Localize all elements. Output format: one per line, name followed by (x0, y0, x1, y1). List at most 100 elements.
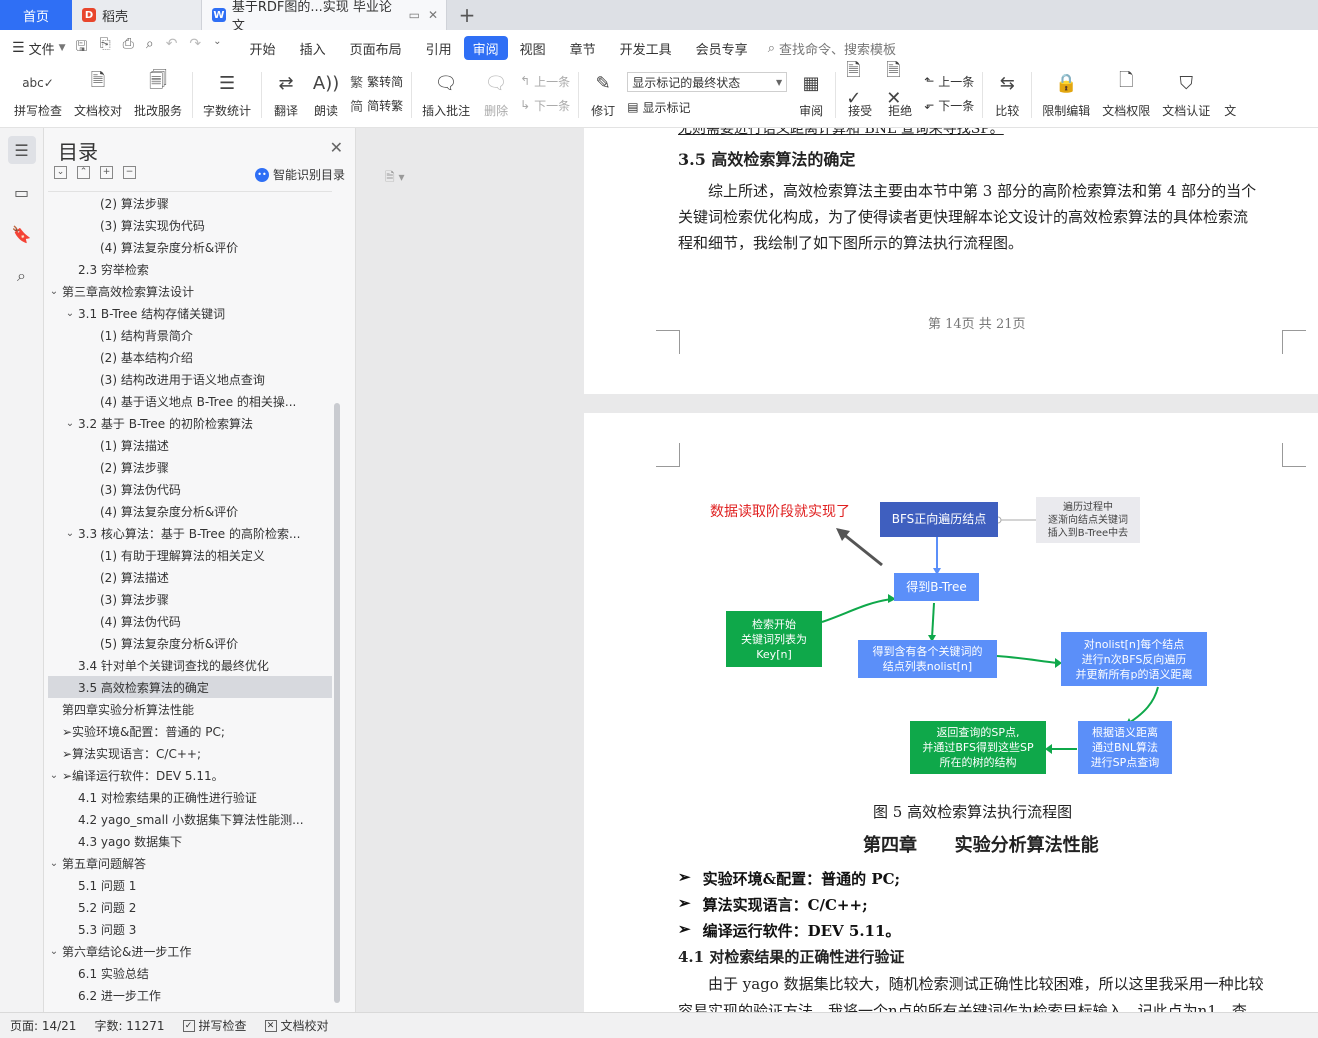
prev-comment-button[interactable]: ↰ 上一条 (520, 72, 570, 90)
toc-item[interactable]: (3) 算法实现伪代码 (48, 214, 332, 236)
tab-close-icon[interactable]: ✕ (428, 8, 438, 22)
tab-document[interactable]: W 基于RDF图的...实现 毕业论文 ▭ ✕ (202, 0, 447, 34)
delete-comment-button[interactable]: 🗨 删除 (476, 66, 516, 124)
status-page[interactable]: 页面: 14/21 (10, 1017, 76, 1034)
menu-member[interactable]: 会员专享 (684, 36, 760, 60)
toc-item[interactable]: (1) 结构背景简介 (48, 324, 332, 346)
toc-item[interactable]: (3) 算法伪代码 (48, 478, 332, 500)
expand-all-icon[interactable]: + (100, 166, 113, 179)
toc-item[interactable]: 5.3 问题 3 (48, 918, 332, 940)
doc-cert-button[interactable]: ⛉ 文档认证 (1156, 66, 1216, 124)
menu-insert[interactable]: 插入 (288, 36, 338, 60)
toc-item[interactable]: (4) 算法伪代码 (48, 610, 332, 632)
toc-item[interactable]: (2) 算法描述 (48, 566, 332, 588)
annotate-service-button[interactable]: 🗐 批改服务 (128, 66, 188, 124)
toc-item[interactable]: 5.2 问题 2 (48, 896, 332, 918)
expand-down-icon[interactable]: ⌄ (54, 166, 67, 179)
next-comment-button[interactable]: ↳ 下一条 (520, 96, 570, 114)
next-change-button[interactable]: ⬐ 下一条 (924, 96, 974, 114)
toc-item[interactable]: ⌄ 第五章问题解答 (48, 852, 332, 874)
print-preview-icon[interactable]: ⌕ (146, 36, 154, 60)
search-icon[interactable]: ⌕ (8, 262, 36, 290)
toc-item[interactable]: ⌄ ➢编译运行软件：DEV 5.11。 (48, 764, 332, 786)
translate-button[interactable]: ⇄ 翻译 (266, 66, 306, 124)
compare-button[interactable]: ⇆ 比较 (987, 66, 1027, 124)
toc-item[interactable]: (3) 算法步骤 (48, 588, 332, 610)
chevron-down-icon[interactable]: ⌄ (64, 418, 76, 429)
show-markup-button[interactable]: ▤ 显示标记 (627, 98, 787, 116)
tab-home[interactable]: 首页 (0, 0, 72, 30)
tab-daoke[interactable]: D 稻壳 (72, 0, 202, 30)
toc-item[interactable]: 5.1 问题 1 (48, 874, 332, 896)
toc-item[interactable]: 6.1 实验总结 (48, 962, 332, 984)
menu-layout[interactable]: 页面布局 (338, 36, 414, 60)
menu-devtools[interactable]: 开发工具 (608, 36, 684, 60)
toc-item[interactable]: 4.2 yago_small 小数据集下算法性能测... (48, 808, 332, 830)
chevron-down-icon[interactable]: ⌄ (64, 308, 76, 319)
collapse-up-icon[interactable]: ⌃ (77, 166, 90, 179)
more-ribbon-button[interactable]: 文 (1216, 66, 1244, 124)
menu-start[interactable]: 开始 (238, 36, 288, 60)
tab-window-icon[interactable]: ▭ (409, 8, 420, 22)
toc-item[interactable]: 第四章实验分析算法性能 (48, 698, 332, 720)
menu-reference[interactable]: 引用 (414, 36, 464, 60)
word-count-button[interactable]: ☰ 字数统计 (197, 66, 257, 124)
bookmark-icon[interactable]: 🔖 (8, 220, 36, 248)
close-icon[interactable]: ✕ (330, 138, 343, 157)
toc-panel-icon[interactable]: ☰ (7, 136, 36, 164)
status-doc-proof[interactable]: ✕ 文档校对 (264, 1017, 329, 1034)
toc-scrollbar[interactable] (334, 403, 340, 1003)
undo-icon[interactable]: ↶ (166, 36, 178, 60)
more-icon[interactable]: ⌄ (213, 36, 221, 60)
toc-item[interactable]: 2.3 穷举检索 (48, 258, 332, 280)
toc-item[interactable]: ➢实验环境&配置：普通的 PC; (48, 720, 332, 742)
toc-item[interactable]: ⌄ 3.3 核心算法：基于 B-Tree 的高阶检索... (48, 522, 332, 544)
toc-item[interactable]: ⌄ 第三章高效检索算法设计 (48, 280, 332, 302)
toc-item[interactable]: ⌄ 3.2 基于 B-Tree 的初阶检索算法 (48, 412, 332, 434)
toc-item[interactable]: ⌄ 第六章结论&进一步工作 (48, 940, 332, 962)
toc-item[interactable]: (1) 算法描述 (48, 434, 332, 456)
command-search[interactable]: ⌕ 查找命令、搜索模板 (768, 39, 896, 58)
redo-icon[interactable]: ↷ (189, 36, 201, 60)
toc-item[interactable]: 6.2 进一步工作 (48, 984, 332, 1006)
simp-to-trad-button[interactable]: 简简转繁 (350, 96, 403, 115)
chevron-down-icon[interactable]: ⌄ (48, 770, 60, 781)
toc-item[interactable]: (2) 基本结构介绍 (48, 346, 332, 368)
toc-item[interactable]: (1) 有助于理解算法的相关定义 (48, 544, 332, 566)
toc-item[interactable]: (5) 算法复杂度分析&评价 (48, 632, 332, 654)
toc-item[interactable]: 4.3 yago 数据集下 (48, 830, 332, 852)
doc-proofread-button[interactable]: 🗎 文档校对 (68, 66, 128, 124)
save-icon[interactable]: 🖫 (76, 36, 88, 60)
menu-review[interactable]: 审阅 (463, 36, 508, 60)
toc-item[interactable]: ⌄ 3.1 B-Tree 结构存储关键词 (48, 302, 332, 324)
chevron-down-icon[interactable]: ⌄ (64, 528, 76, 539)
doc-permission-button[interactable]: 🗋 文档权限 (1096, 66, 1156, 124)
insert-comment-button[interactable]: 🗨 插入批注 (416, 66, 476, 124)
new-tab-button[interactable]: + (447, 0, 487, 30)
toc-item[interactable]: (4) 算法复杂度分析&评价 (48, 500, 332, 522)
trad-to-simp-button[interactable]: 繁繁转简 (350, 72, 403, 91)
toc-item[interactable]: 3.4 针对单个关键词查找的最终优化 (48, 654, 332, 676)
toc-item[interactable]: 3.5 高效检索算法的确定 (48, 676, 332, 698)
markup-state-select[interactable]: 显示标记的最终状态 ▼ (627, 72, 788, 92)
file-menu[interactable]: 文件 (29, 39, 55, 58)
status-word-count[interactable]: 字数: 11271 (94, 1017, 164, 1034)
toc-item[interactable]: 4.1 对检索结果的正确性进行验证 (48, 786, 332, 808)
toc-item[interactable]: (3) 结构改进用于语义地点查询 (48, 368, 332, 390)
toc-item[interactable]: ➢算法实现语言：C/C++; (48, 742, 332, 764)
spell-check-button[interactable]: abc✓ 拼写检查 (8, 66, 68, 124)
export-icon[interactable]: ⎘ (99, 36, 110, 60)
chevron-down-icon[interactable]: ⌄ (48, 858, 60, 869)
paragraph-mark-icon[interactable]: 🗎 ▾ (385, 168, 405, 189)
toc-item[interactable]: (4) 算法复杂度分析&评价 (48, 236, 332, 258)
hamburger-icon[interactable]: ☰ (12, 40, 25, 56)
smart-toc-button[interactable]: •• 智能识别目录 (254, 166, 345, 183)
status-spell-check[interactable]: ✓ 拼写检查 (182, 1017, 247, 1034)
collapse-all-icon[interactable]: − (123, 166, 136, 179)
read-aloud-button[interactable]: A)) 朗读 (306, 66, 346, 124)
toc-item[interactable]: (4) 基于语义地点 B-Tree 的相关操... (48, 390, 332, 412)
restrict-editing-button[interactable]: 🔒 限制编辑 (1036, 66, 1096, 124)
toc-item[interactable]: (2) 算法步骤 (48, 456, 332, 478)
print-icon[interactable]: ⎙ (123, 36, 134, 60)
menu-chapter[interactable]: 章节 (558, 36, 608, 60)
